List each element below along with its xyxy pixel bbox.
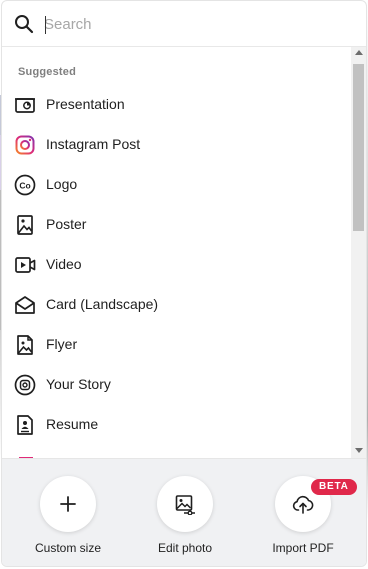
suggestion-label: Instagram Post [46, 136, 141, 152]
video-icon [15, 257, 36, 273]
beta-badge: BETA [311, 479, 357, 495]
edit-photo-icon [175, 495, 195, 515]
suggestion-logo[interactable]: Co Logo [2, 165, 351, 205]
suggestion-label: Flyer [46, 336, 78, 352]
scroll-up-arrow-icon[interactable] [355, 50, 363, 55]
svg-text:Co: Co [19, 180, 30, 190]
search-icon [15, 15, 34, 34]
list-scrollbar[interactable] [351, 47, 366, 458]
custom-size-circle[interactable] [40, 476, 96, 532]
suggestion-label: Card (Landscape) [46, 296, 159, 312]
quick-actions-footer: Custom size Edit photo Import PDF [2, 458, 366, 566]
suggestion-label: Video [46, 256, 82, 272]
text-cursor [45, 16, 46, 34]
custom-size-button[interactable]: Custom size [13, 476, 123, 566]
logo-co-icon: Co [14, 174, 36, 196]
suggestion-instagram-post[interactable]: Instagram Post [2, 125, 351, 165]
scroll-down-arrow-icon[interactable] [355, 448, 363, 453]
section-title-suggested: Suggested [18, 66, 77, 78]
suggestion-flyer[interactable]: Flyer [2, 325, 351, 365]
suggestion-your-story[interactable]: Your Story [2, 365, 351, 405]
suggestion-poster[interactable]: Poster [2, 205, 351, 245]
search-bar [2, 1, 366, 47]
edit-photo-button[interactable]: Edit photo [130, 476, 240, 566]
suggestion-label: Presentation [46, 96, 125, 112]
card-envelope-icon [15, 296, 35, 314]
flyer-icon [17, 335, 33, 355]
suggestion-label: Your Story [46, 376, 111, 392]
upload-cloud-icon [292, 495, 314, 514]
suggestion-label: Logo [46, 176, 78, 192]
story-icon [14, 374, 36, 396]
suggestion-resume[interactable]: Resume [2, 405, 351, 445]
suggestion-video[interactable]: Video [2, 245, 351, 285]
presentation-icon [15, 98, 35, 113]
edit-photo-label: Edit photo [157, 541, 213, 555]
scrollbar-thumb[interactable] [353, 64, 364, 231]
poster-icon [17, 215, 33, 235]
suggestion-label: Poster [46, 216, 87, 232]
suggestions-list[interactable]: Suggested Presentation Instagram Post Co… [2, 47, 351, 458]
import-pdf-label: Import PDF [272, 541, 334, 555]
create-design-dropdown: Suggested Presentation [1, 0, 367, 567]
resume-icon [17, 415, 33, 435]
suggestion-presentation[interactable]: Presentation [2, 85, 351, 125]
custom-size-label: Custom size [34, 541, 102, 555]
edit-photo-circle[interactable] [157, 476, 213, 532]
plus-icon [60, 496, 76, 512]
suggestion-card-landscape[interactable]: Card (Landscape) [2, 285, 351, 325]
instagram-icon [15, 135, 35, 155]
search-input[interactable] [44, 11, 344, 37]
suggestion-label: Resume [46, 416, 99, 432]
